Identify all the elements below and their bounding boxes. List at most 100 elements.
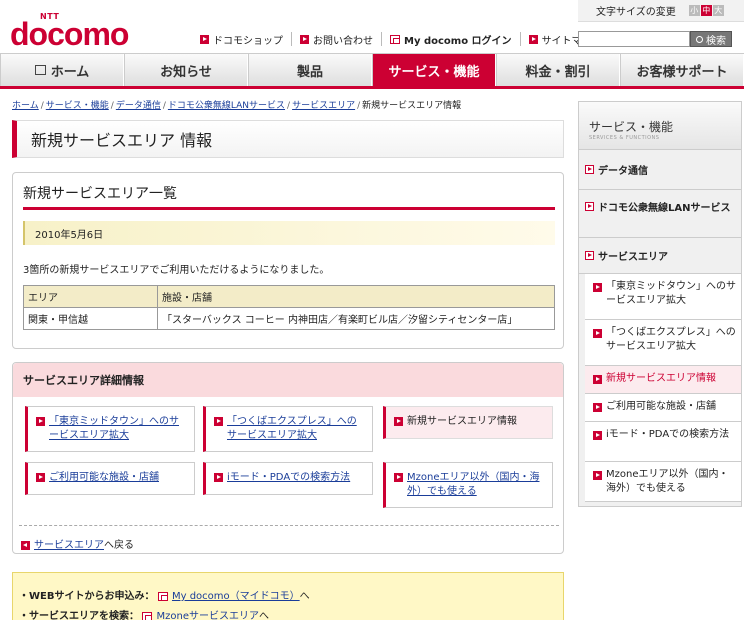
tab-label: サービス・機能: [388, 64, 480, 80]
card-label: 「つくばエクスプレス」へのサービスエリア拡大: [227, 416, 357, 441]
arrow-icon: [200, 34, 209, 44]
tab-pricing[interactable]: 料金・割引: [496, 54, 620, 86]
sidebar-sub-label: iモード・PDAでの検索方法: [606, 429, 730, 440]
table-header-row: エリア 施設・店舗: [23, 285, 555, 308]
util-link-contact[interactable]: お問い合わせ: [291, 32, 381, 47]
detail-card-tsukuba[interactable]: 「つくばエクスプレス」へのサービスエリア拡大: [203, 406, 373, 452]
search-area-row: ・サービスエリアを検索： Mzoneサービスエリアへ: [19, 607, 269, 620]
detail-card-imode[interactable]: iモード・PDAでの検索方法: [203, 462, 373, 495]
card-label: 「東京ミッドタウン」へのサービスエリア拡大: [49, 416, 179, 441]
breadcrumb-link[interactable]: ホーム: [12, 101, 39, 111]
area-table: エリア 施設・店舗 関東・甲信越 「スターバックス コーヒー 内神田店／有楽町ビ…: [23, 285, 555, 330]
breadcrumb-link[interactable]: サービスエリア: [292, 101, 355, 111]
page-title: 新規サービスエリア 情報: [12, 120, 564, 158]
search-icon: [696, 35, 703, 43]
arrow-icon: [593, 283, 602, 292]
mzone-area-link[interactable]: Mzoneサービスエリア: [156, 611, 259, 620]
util-label: お問い合わせ: [313, 35, 373, 47]
breadcrumb-separator: /: [110, 101, 114, 111]
search-area-label: サービスエリアを検索：: [29, 611, 139, 620]
date-banner: 2010年5月6日: [23, 221, 555, 245]
table-cell: 「スターバックス コーヒー 内神田店／有楽町ビル店／汐留シティセンター店」: [157, 307, 555, 330]
arrow-icon: [593, 471, 602, 480]
docomo-logo[interactable]: NTT docomo: [10, 12, 145, 52]
tab-news[interactable]: お知らせ: [124, 54, 248, 86]
breadcrumb: ホーム / サービス・機能 / データ通信 / ドコモ公衆無線LANサービス / サービスエリア…: [12, 98, 461, 111]
font-size-large[interactable]: 大: [712, 5, 724, 16]
back-link-row: サービスエリアへ戻る: [21, 536, 134, 551]
arrow-icon: [593, 403, 602, 412]
search-area-suffix: へ: [258, 611, 269, 620]
arrow-icon: [585, 202, 594, 211]
sidebar-sub-facilities[interactable]: ご利用可能な施設・店舗: [585, 394, 741, 422]
sidebar-sub-tsukuba[interactable]: 「つくばエクスプレス」へのサービスエリア拡大: [585, 320, 741, 366]
sidebar-sub-mzone[interactable]: Mzoneエリア以外（国内・海外）でも使える: [585, 462, 741, 502]
util-label: ドコモショップ: [213, 35, 283, 47]
sidebar-sub-label: 「つくばエクスプレス」へのサービスエリア拡大: [606, 327, 736, 352]
tab-home[interactable]: ホーム: [0, 54, 124, 86]
sidebar-sub-midtown[interactable]: 「東京ミッドタウン」へのサービスエリア拡大: [585, 274, 741, 320]
home-icon: [34, 65, 46, 75]
arrow-icon: [36, 473, 45, 482]
breadcrumb-current: 新規サービスエリア情報: [362, 101, 462, 111]
heading-rule: [23, 207, 555, 210]
back-arrow-icon: [21, 540, 30, 550]
font-size-label: 文字サイズの変更: [596, 7, 676, 18]
tab-label: ホーム: [50, 64, 90, 80]
sidebar-subtitle: SERVICES & FUNCTIONS: [589, 135, 660, 141]
back-link[interactable]: サービスエリア: [34, 540, 104, 551]
arrow-icon: [214, 417, 223, 426]
tab-support[interactable]: お客様サポート: [620, 54, 744, 86]
sidebar-sub-label: Mzoneエリア以外（国内・海外）でも使える: [606, 469, 729, 494]
detail-card-facilities[interactable]: ご利用可能な施設・店舗: [25, 462, 195, 495]
arrow-icon: [593, 431, 602, 440]
sidebar-header[interactable]: サービス・機能 SERVICES & FUNCTIONS: [579, 102, 741, 150]
back-suffix: へ戻る: [104, 540, 134, 551]
new-area-list-section: 新規サービスエリア一覧 2010年5月6日 3箇所の新規サービスエリアでご利用い…: [12, 172, 564, 349]
table-row: 関東・甲信越 「スターバックス コーヒー 内神田店／有楽町ビル店／汐留シティセン…: [23, 307, 555, 330]
arrow-icon: [394, 473, 403, 482]
breadcrumb-separator: /: [162, 101, 166, 111]
sidebar-item-area[interactable]: サービスエリア: [579, 238, 741, 274]
sidebar-item-wlan[interactable]: ドコモ公衆無線LANサービス: [579, 190, 741, 238]
arrow-icon: [593, 375, 602, 384]
breadcrumb-link[interactable]: ドコモ公衆無線LANサービス: [168, 101, 285, 111]
bullet: ・: [19, 591, 29, 602]
utility-links: ドコモショップ お問い合わせ My docomo ログイン サイトマップ: [200, 32, 610, 47]
sidebar-item-label: ドコモ公衆無線LANサービス: [598, 203, 731, 214]
sidebar-sub-current: 新規サービスエリア情報: [585, 366, 741, 394]
mydocomo-link[interactable]: My docomo（マイドコモ）: [172, 591, 300, 602]
arrow-icon: [300, 34, 309, 44]
sidebar-sub-label: 新規サービスエリア情報: [606, 373, 716, 384]
sidebar-sub-imode[interactable]: iモード・PDAでの検索方法: [585, 422, 741, 462]
table-cell: 関東・甲信越: [23, 307, 158, 330]
sidebar-sub-label: 「東京ミッドタウン」へのサービスエリア拡大: [606, 281, 736, 306]
apply-row: ・WEBサイトからお申込み： My docomo（マイドコモ）へ: [19, 587, 310, 602]
font-size-switcher: 文字サイズの変更 小 中 大: [578, 0, 744, 22]
sidebar-item-data[interactable]: データ通信: [579, 150, 741, 190]
breadcrumb-link[interactable]: サービス・機能: [46, 101, 109, 111]
detail-card-mzone[interactable]: Mzoneエリア以外（国内・海外）でも使える: [383, 462, 553, 508]
breadcrumb-link[interactable]: データ通信: [116, 101, 161, 111]
arrow-icon: [528, 34, 538, 44]
detail-card-midtown[interactable]: 「東京ミッドタウン」へのサービスエリア拡大: [25, 406, 195, 452]
sidebar-title: サービス・機能: [589, 120, 674, 134]
util-link-shop[interactable]: ドコモショップ: [200, 32, 291, 47]
card-label: Mzoneエリア以外（国内・海外）でも使える: [407, 472, 540, 497]
tab-products[interactable]: 製品: [248, 54, 372, 86]
arrow-icon: [593, 329, 602, 338]
breadcrumb-separator: /: [357, 101, 361, 111]
card-label: iモード・PDAでの検索方法: [227, 472, 351, 483]
font-size-small[interactable]: 小: [688, 5, 700, 16]
search-input[interactable]: [578, 31, 690, 47]
column-header: 施設・店舗: [157, 285, 555, 308]
font-size-medium[interactable]: 中: [700, 5, 712, 16]
bullet: ・: [19, 611, 29, 620]
search-bar: 検索: [578, 31, 732, 47]
breadcrumb-separator: /: [287, 101, 291, 111]
search-button[interactable]: 検索: [690, 31, 732, 47]
logo-wordmark: docomo: [10, 16, 129, 52]
apply-suffix: へ: [299, 591, 310, 602]
util-link-mydocomo[interactable]: My docomo ログイン: [381, 32, 520, 47]
tab-services[interactable]: サービス・機能: [372, 54, 496, 86]
